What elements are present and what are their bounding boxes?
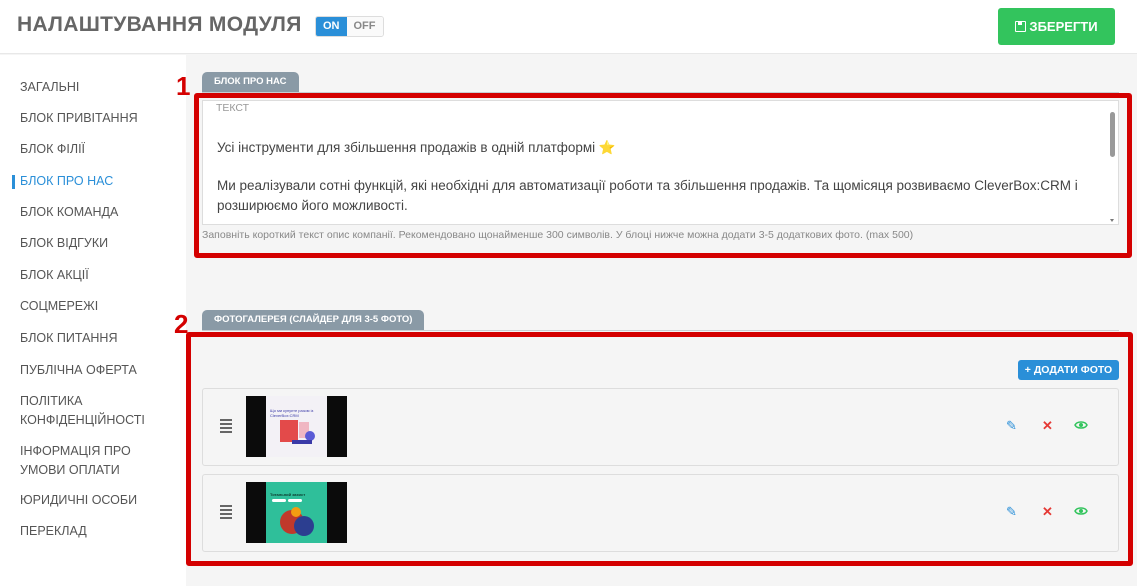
sidebar-item-about[interactable]: БЛОК ПРО НАС — [20, 172, 113, 191]
sidebar-item-offer[interactable]: ПУБЛІЧНА ОФЕРТА — [20, 361, 137, 380]
tab-about-block: БЛОК ПРО НАС — [202, 72, 299, 92]
sidebar-item-promotions[interactable]: БЛОК АКЦІЇ — [20, 266, 89, 285]
sidebar-item-privacy[interactable]: ПОЛІТИКА КОНФІДЕНЦІЙНОСТІ — [20, 392, 145, 430]
sidebar-item-legal-entities[interactable]: ЮРИДИЧНІ ОСОБИ — [20, 491, 137, 510]
sidebar-item-translation[interactable]: ПЕРЕКЛАД — [20, 522, 87, 541]
sidebar-item-welcome[interactable]: БЛОК ПРИВІТАННЯ — [20, 109, 138, 128]
sidebar: ЗАГАЛЬНІ БЛОК ПРИВІТАННЯ БЛОК ФІЛІЇ БЛОК… — [0, 55, 186, 586]
sidebar-item-payment-terms[interactable]: ІНФОРМАЦІЯ ПРО УМОВИ ОПЛАТИ — [20, 442, 131, 480]
annotation-box-1 — [194, 93, 1132, 258]
annotation-number-1: 1 — [176, 71, 191, 101]
floppy-disk-icon — [1015, 21, 1027, 32]
sidebar-item-reviews[interactable]: БЛОК ВІДГУКИ — [20, 234, 108, 253]
sidebar-item-social[interactable]: СОЦМЕРЕЖІ — [20, 297, 98, 316]
page-title: НАЛАШТУВАННЯ МОДУЛЯ — [17, 13, 302, 36]
sidebar-item-branches[interactable]: БЛОК ФІЛІЇ — [20, 140, 85, 159]
sidebar-item-payment-line2: УМОВИ ОПЛАТИ — [20, 463, 120, 477]
sidebar-item-privacy-line1: ПОЛІТИКА — [20, 394, 83, 408]
toggle-off[interactable]: OFF — [346, 17, 383, 36]
sidebar-item-team[interactable]: БЛОК КОМАНДА — [20, 203, 118, 222]
tab-gallery: ФОТОГАЛЕРЕЯ (СЛАЙДЕР ДЛЯ 3-5 ФОТО) — [202, 310, 425, 330]
page-header: НАЛАШТУВАННЯ МОДУЛЯ ON OFF ЗБЕРЕГТИ — [0, 0, 1137, 54]
save-button-label: ЗБЕРЕГТИ — [1029, 19, 1098, 34]
active-item-marker — [12, 175, 15, 189]
toggle-on[interactable]: ON — [316, 17, 347, 36]
sidebar-item-payment-line1: ІНФОРМАЦІЯ ПРО — [20, 444, 131, 458]
annotation-box-2 — [186, 332, 1133, 566]
section-divider — [202, 330, 1119, 331]
save-button[interactable]: ЗБЕРЕГТИ — [998, 8, 1115, 45]
sidebar-item-general[interactable]: ЗАГАЛЬНІ — [20, 78, 79, 97]
sidebar-item-privacy-line2: КОНФІДЕНЦІЙНОСТІ — [20, 413, 145, 427]
module-toggle[interactable]: ON OFF — [315, 16, 384, 37]
sidebar-item-questions[interactable]: БЛОК ПИТАННЯ — [20, 329, 118, 348]
